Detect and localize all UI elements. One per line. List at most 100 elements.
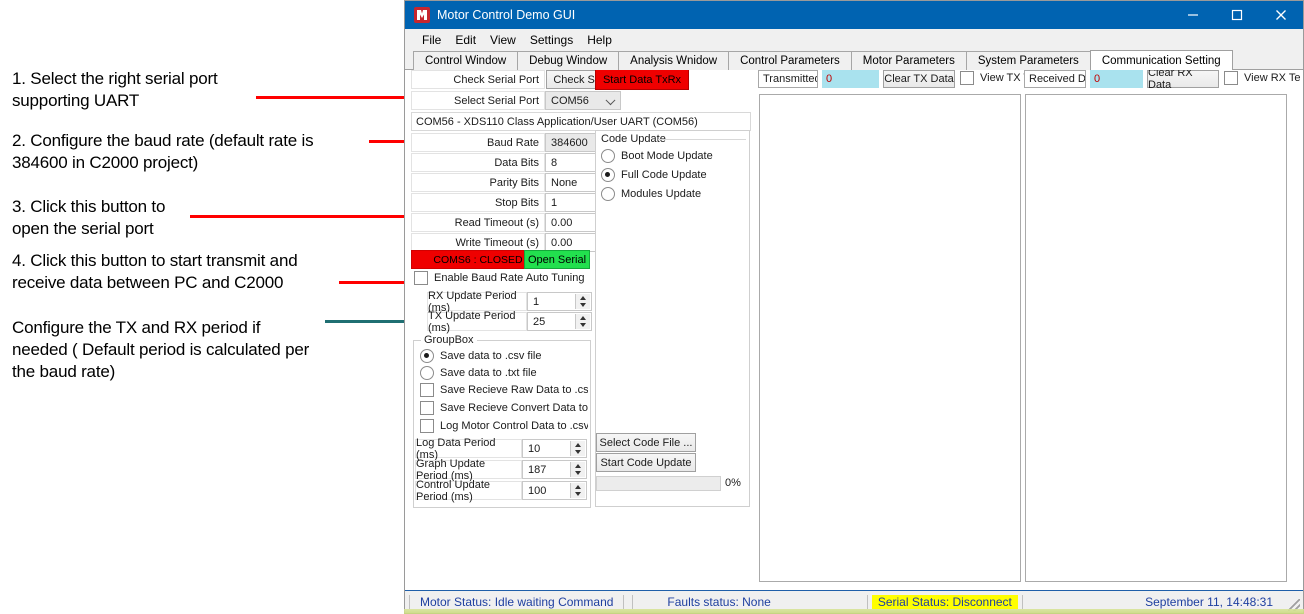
serial-status: Serial Status: Disconnect bbox=[871, 595, 1018, 609]
tx-update-period-spinner[interactable]: 25 bbox=[527, 312, 592, 331]
received-data-display[interactable] bbox=[1025, 94, 1287, 582]
checkbox-icon bbox=[420, 419, 434, 433]
radio-icon bbox=[601, 168, 615, 182]
tx-update-period-row: TX Update Period (ms) 25 bbox=[427, 310, 592, 334]
received-data-label: Received Data bbox=[1024, 70, 1086, 88]
baud-rate-value: 384600 bbox=[551, 136, 588, 149]
radio-icon bbox=[601, 187, 615, 201]
spinner-arrows[interactable] bbox=[575, 314, 590, 329]
code-update-progress-percent: 0% bbox=[725, 477, 741, 489]
log-data-period-row: Log Data Period (ms) 10 bbox=[415, 437, 587, 461]
tab-analysis-window[interactable]: Analysis Wnidow bbox=[618, 51, 730, 70]
code-update-title: Code Update bbox=[601, 133, 666, 145]
menu-item-edit[interactable]: Edit bbox=[448, 31, 483, 49]
select-serial-port-value: COM56 bbox=[551, 94, 589, 107]
graph-update-period-value: 187 bbox=[528, 463, 547, 476]
tab-system-parameters[interactable]: System Parameters bbox=[965, 51, 1091, 70]
transmitted-data-count: 0 bbox=[822, 70, 879, 88]
save-receive-raw-checkbox[interactable]: Save Recieve Raw Data to .csv/.txt Fil bbox=[420, 383, 588, 397]
rx-update-period-value: 1 bbox=[533, 295, 540, 308]
modules-update-radio[interactable]: Modules Update bbox=[601, 187, 701, 201]
menu-item-view[interactable]: View bbox=[483, 31, 523, 49]
radio-icon bbox=[420, 366, 434, 380]
spinner-arrows[interactable] bbox=[570, 441, 585, 456]
port-description-field: COM56 - XDS110 Class Application/User UA… bbox=[411, 112, 751, 131]
read-timeout-value: 0.00 bbox=[551, 216, 573, 229]
tab-motor-parameters[interactable]: Motor Parameters bbox=[850, 51, 967, 70]
start-data-txrx-button[interactable]: Start Data TxRx bbox=[595, 69, 689, 90]
parity-bits-value: None bbox=[551, 176, 578, 189]
code-update-title-rule bbox=[658, 139, 746, 140]
control-update-period-spinner[interactable]: 100 bbox=[522, 481, 587, 500]
checkbox-icon bbox=[414, 271, 428, 285]
checkbox-icon bbox=[1224, 71, 1238, 85]
full-code-update-radio[interactable]: Full Code Update bbox=[601, 168, 707, 182]
log-data-period-spinner[interactable]: 10 bbox=[522, 439, 587, 458]
open-serial-button[interactable]: Open Serial bbox=[524, 250, 590, 269]
received-data-count: 0 bbox=[1090, 70, 1143, 88]
radio-icon bbox=[601, 149, 615, 163]
annotation-2-text: 2. Configure the baud rate (default rate… bbox=[12, 131, 314, 172]
save-txt-label: Save data to .txt file bbox=[440, 367, 537, 379]
clear-tx-data-button[interactable]: Clear TX Data bbox=[883, 70, 955, 88]
control-update-period-label: Control Update Period (ms) bbox=[415, 479, 522, 503]
transmitted-data-display[interactable] bbox=[759, 94, 1021, 582]
enable-baud-auto-tuning-checkbox[interactable]: Enable Baud Rate Auto Tuning bbox=[414, 271, 584, 285]
annotation-1-text: 1. Select the right serial port supporti… bbox=[12, 69, 218, 110]
tab-control-window[interactable]: Control Window bbox=[413, 51, 519, 70]
maximize-icon[interactable] bbox=[1215, 1, 1259, 29]
communication-setting-panel: Check Serial Port Check Serial Start Dat… bbox=[405, 67, 1303, 591]
title-bar: Motor Control Demo GUI bbox=[405, 1, 1303, 29]
clear-rx-data-button[interactable]: Clear RX Data bbox=[1147, 67, 1219, 91]
menu-bar: File Edit View Settings Help bbox=[405, 29, 1303, 50]
tab-debug-window[interactable]: Debug Window bbox=[517, 51, 620, 70]
menu-item-file[interactable]: File bbox=[415, 31, 448, 49]
code-update-progress-bar bbox=[596, 476, 721, 491]
save-txt-radio[interactable]: Save data to .txt file bbox=[420, 366, 537, 380]
boot-mode-update-label: Boot Mode Update bbox=[621, 150, 713, 162]
graph-update-period-label: Graph Update Period (ms) bbox=[415, 458, 522, 482]
tab-control-parameters[interactable]: Control Parameters bbox=[728, 51, 852, 70]
status-separator bbox=[866, 595, 868, 609]
graph-update-period-spinner[interactable]: 187 bbox=[522, 460, 587, 479]
spinner-arrows[interactable] bbox=[570, 483, 585, 498]
minimize-icon[interactable] bbox=[1171, 1, 1215, 29]
view-rx-text-checkbox[interactable]: View RX Te bbox=[1224, 71, 1300, 85]
parity-bits-row: Parity Bits None bbox=[411, 173, 621, 192]
stop-bits-row: Stop Bits 1 bbox=[411, 193, 621, 212]
menu-item-help[interactable]: Help bbox=[580, 31, 619, 49]
checkbox-icon bbox=[420, 401, 434, 415]
boot-mode-update-radio[interactable]: Boot Mode Update bbox=[601, 149, 713, 163]
select-code-file-button[interactable]: Select Code File ... bbox=[596, 433, 696, 452]
check-serial-port-label: Check Serial Port bbox=[411, 70, 545, 89]
spinner-arrows[interactable] bbox=[570, 462, 585, 477]
checkbox-icon bbox=[420, 383, 434, 397]
groupbox-title: GroupBox bbox=[421, 334, 477, 346]
control-update-period-row: Control Update Period (ms) 100 bbox=[415, 479, 587, 503]
rx-update-period-row: RX Update Period (ms) 1 bbox=[427, 290, 592, 314]
stop-bits-value: 1 bbox=[551, 196, 558, 209]
menu-item-settings[interactable]: Settings bbox=[523, 31, 580, 49]
read-timeout-label: Read Timeout (s) bbox=[411, 213, 545, 232]
log-motor-control-checkbox[interactable]: Log Motor Control Data to .csv/.txt File bbox=[420, 419, 588, 433]
save-csv-radio[interactable]: Save data to .csv file bbox=[420, 349, 542, 363]
write-timeout-value: 0.00 bbox=[551, 236, 573, 249]
window-title: Motor Control Demo GUI bbox=[437, 8, 576, 22]
start-code-update-button[interactable]: Start Code Update bbox=[596, 453, 696, 472]
spinner-arrows[interactable] bbox=[575, 294, 590, 309]
rx-update-period-spinner[interactable]: 1 bbox=[527, 292, 592, 311]
save-receive-raw-label: Save Recieve Raw Data to .csv/.txt Fil bbox=[440, 384, 588, 396]
close-icon[interactable] bbox=[1259, 1, 1303, 29]
enable-baud-auto-tuning-label: Enable Baud Rate Auto Tuning bbox=[434, 272, 585, 284]
tab-communication-setting[interactable]: Communication Setting bbox=[1089, 50, 1233, 70]
annotation-5-line bbox=[325, 320, 410, 323]
save-receive-convert-checkbox[interactable]: Save Recieve Convert Data to .csv/.txt bbox=[420, 401, 588, 415]
status-separator bbox=[623, 595, 625, 609]
log-data-period-value: 10 bbox=[528, 442, 541, 455]
log-motor-control-label: Log Motor Control Data to .csv/.txt File bbox=[440, 420, 588, 432]
status-separator bbox=[409, 595, 410, 609]
stop-bits-label: Stop Bits bbox=[411, 193, 545, 212]
select-serial-port-combobox[interactable]: COM56 bbox=[545, 91, 621, 110]
modules-update-label: Modules Update bbox=[621, 188, 702, 200]
baud-rate-label: Baud Rate bbox=[411, 133, 545, 152]
